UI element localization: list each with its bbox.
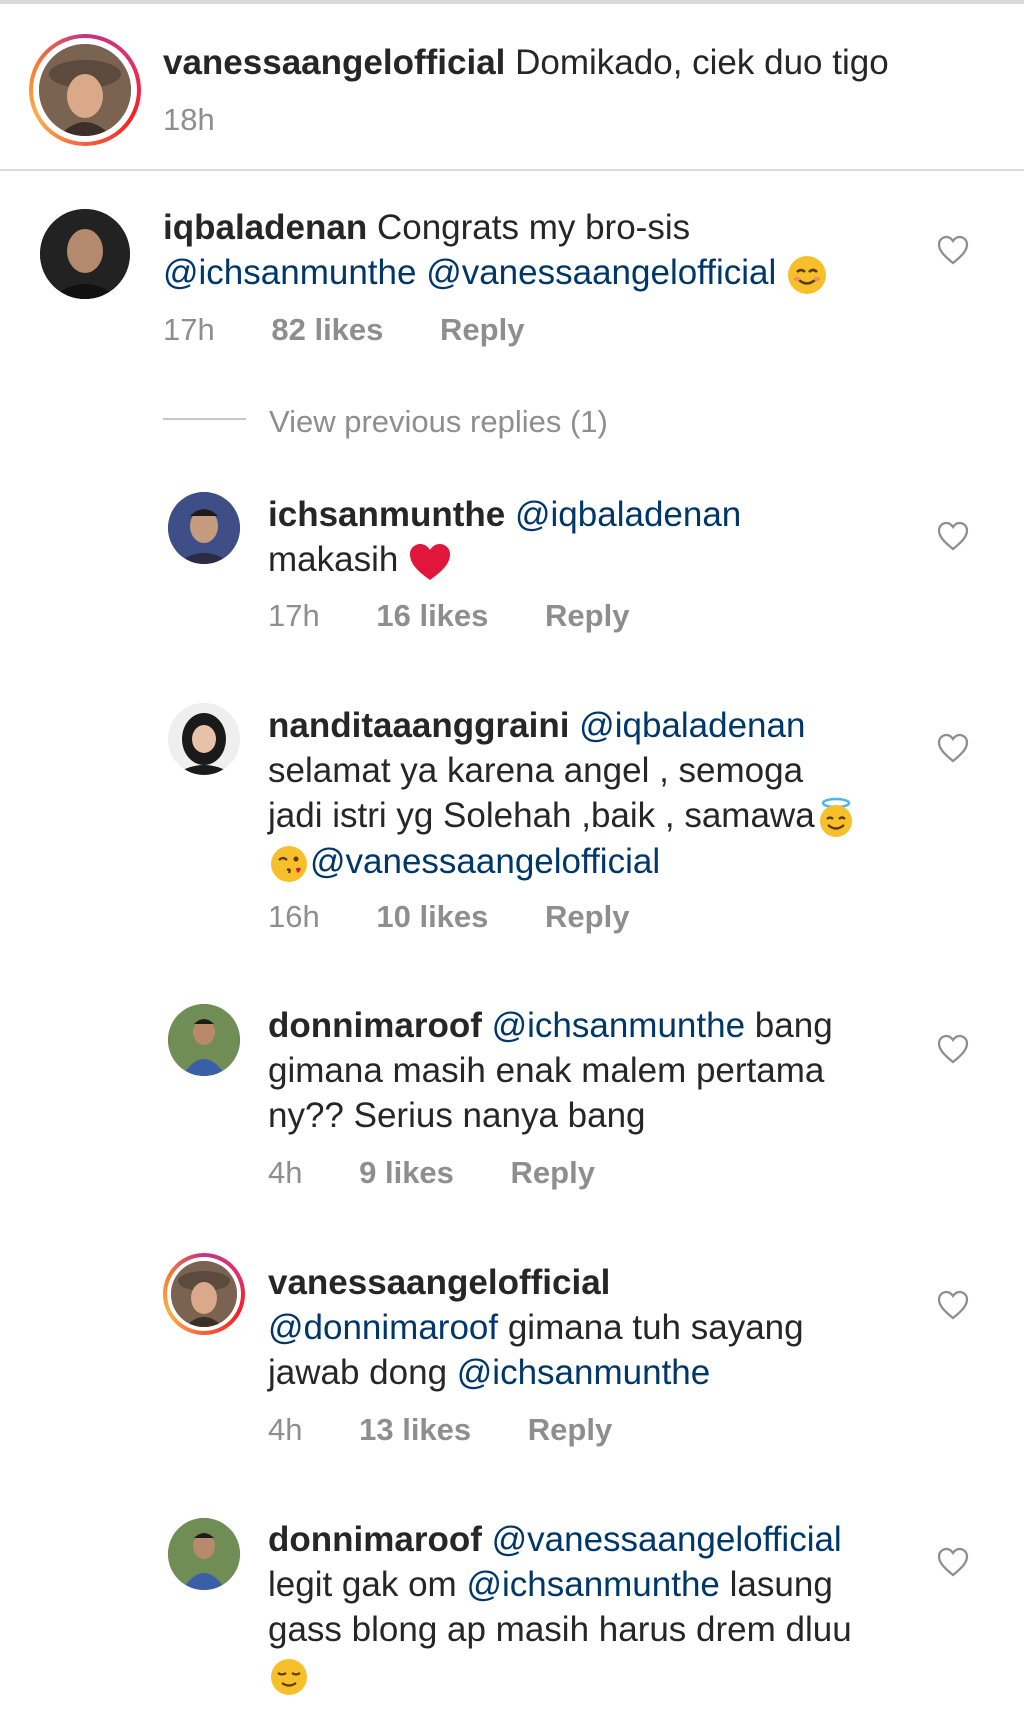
mention-link[interactable]: @vanessaangelofficial <box>310 842 660 881</box>
comment-time: 4h <box>268 1412 303 1447</box>
avatar[interactable] <box>168 492 240 564</box>
comment-text: legit gak om <box>268 1565 457 1604</box>
avatar[interactable] <box>168 703 240 775</box>
mention-link[interactable]: @iqbaladenan <box>579 706 805 745</box>
avatar[interactable] <box>39 44 131 136</box>
mention-link[interactable]: @iqbaladenan <box>515 495 741 534</box>
relieved-face-emoji <box>271 1658 307 1695</box>
replies-divider-line <box>163 418 246 420</box>
reply-button[interactable]: Reply <box>440 312 524 348</box>
avatar[interactable] <box>40 209 130 299</box>
smiling-face-with-halo-emoji <box>819 797 852 837</box>
face-blowing-kiss-emoji <box>271 845 307 882</box>
reply-button[interactable]: Reply <box>528 1412 612 1448</box>
comment-text: gass blong ap masih harus drem dluu <box>268 1610 852 1649</box>
likes-count[interactable]: 13 likes <box>359 1412 471 1448</box>
caption-divider <box>0 169 1024 171</box>
heart-outline-icon[interactable] <box>937 235 969 265</box>
comment-body: donnimaroof @vanessaangelofficial legit … <box>268 1517 1008 1698</box>
likes-count[interactable]: 82 likes <box>271 312 383 348</box>
comment-text: jadi istri yg Solehah ,baik , samawa <box>268 796 815 835</box>
mention-link[interactable]: @ichsanmunthe <box>492 1006 745 1045</box>
story-ring[interactable] <box>29 34 141 146</box>
comment-meta: 17h 16 likes Reply <box>268 598 629 634</box>
avatar[interactable] <box>168 1518 240 1590</box>
comment-text: makasih <box>268 540 399 579</box>
reply-button[interactable]: Reply <box>511 1155 595 1191</box>
comment-meta: 4h 13 likes Reply <box>268 1412 612 1448</box>
mention-link[interactable]: @ichsanmunthe <box>163 253 416 292</box>
avatar[interactable] <box>168 1004 240 1076</box>
comment-text: lasung <box>729 1565 833 1604</box>
comment-meta: 16h 10 likes Reply <box>268 899 629 935</box>
comment-time: 17h <box>268 598 320 633</box>
mention-link[interactable]: @ichsanmunthe <box>466 1565 719 1604</box>
comment-username[interactable]: donnimaroof <box>268 1520 482 1559</box>
mention-link[interactable]: @ichsanmunthe <box>457 1353 710 1392</box>
post-caption: vanessaangelofficial Domikado, ciek duo … <box>0 4 1024 170</box>
comment-body: donnimaroof @ichsanmunthe bang gimana ma… <box>268 1003 988 1138</box>
likes-count[interactable]: 9 likes <box>359 1155 454 1191</box>
comment-text: selamat ya karena angel , semoga <box>268 751 804 790</box>
comment-username[interactable]: vanessaangelofficial <box>268 1263 610 1302</box>
caption-username[interactable]: vanessaangelofficial <box>163 43 505 82</box>
comment-body: ichsanmunthe @iqbaladenan makasih <box>268 492 968 582</box>
caption-text: vanessaangelofficial Domikado, ciek duo … <box>163 40 889 85</box>
heart-outline-icon[interactable] <box>937 521 969 551</box>
smiling-face-emoji <box>788 255 827 294</box>
heart-outline-icon[interactable] <box>937 1290 969 1320</box>
comment-username[interactable]: donnimaroof <box>268 1006 482 1045</box>
comment-time: 4h <box>268 1155 303 1190</box>
heart-outline-icon[interactable] <box>937 733 969 763</box>
comment-time: 16h <box>268 899 320 934</box>
comment-body: iqbaladenan Congrats my bro-sis @ichsanm… <box>163 205 963 296</box>
comment-meta: 4h 9 likes Reply <box>268 1155 595 1191</box>
avatar[interactable] <box>171 1261 237 1327</box>
comment-body: nanditaaanggraini @iqbaladenan selamat y… <box>268 703 988 885</box>
caption-body: Domikado, ciek duo tigo <box>515 43 889 82</box>
comment-text: jawab dong <box>268 1353 448 1392</box>
comment-username[interactable]: ichsanmunthe <box>268 495 505 534</box>
mention-link[interactable]: @donnimaroof <box>268 1308 498 1347</box>
story-ring[interactable] <box>163 1253 245 1335</box>
comment-text: gimana tuh sayang <box>507 1308 804 1347</box>
comment-time: 17h <box>163 312 215 347</box>
heart-outline-icon[interactable] <box>937 1034 969 1064</box>
likes-count[interactable]: 10 likes <box>376 899 488 935</box>
comment-text: Congrats my bro-sis <box>376 208 691 247</box>
mention-link[interactable]: @vanessaangelofficial <box>426 253 776 292</box>
comment-username[interactable]: nanditaaanggraini <box>268 706 569 745</box>
heart-outline-icon[interactable] <box>937 1547 969 1577</box>
likes-count[interactable]: 16 likes <box>376 598 488 634</box>
red-heart-emoji <box>410 543 451 580</box>
comment-meta: 17h 82 likes Reply <box>163 312 524 348</box>
view-previous-replies-label[interactable]: View previous replies (1) <box>269 404 608 440</box>
reply-button[interactable]: Reply <box>545 598 629 634</box>
comment-text: gimana masih enak malem pertama <box>268 1051 825 1090</box>
comment-username[interactable]: iqbaladenan <box>163 208 367 247</box>
caption-time: 18h <box>163 102 215 137</box>
mention-link[interactable]: @vanessaangelofficial <box>492 1520 842 1559</box>
comment-body: vanessaangelofficial @donnimaroof gimana… <box>268 1260 988 1395</box>
comment-text: ny?? Serius nanya bang <box>268 1096 646 1135</box>
reply-button[interactable]: Reply <box>545 899 629 935</box>
comment-text: bang <box>754 1006 833 1045</box>
